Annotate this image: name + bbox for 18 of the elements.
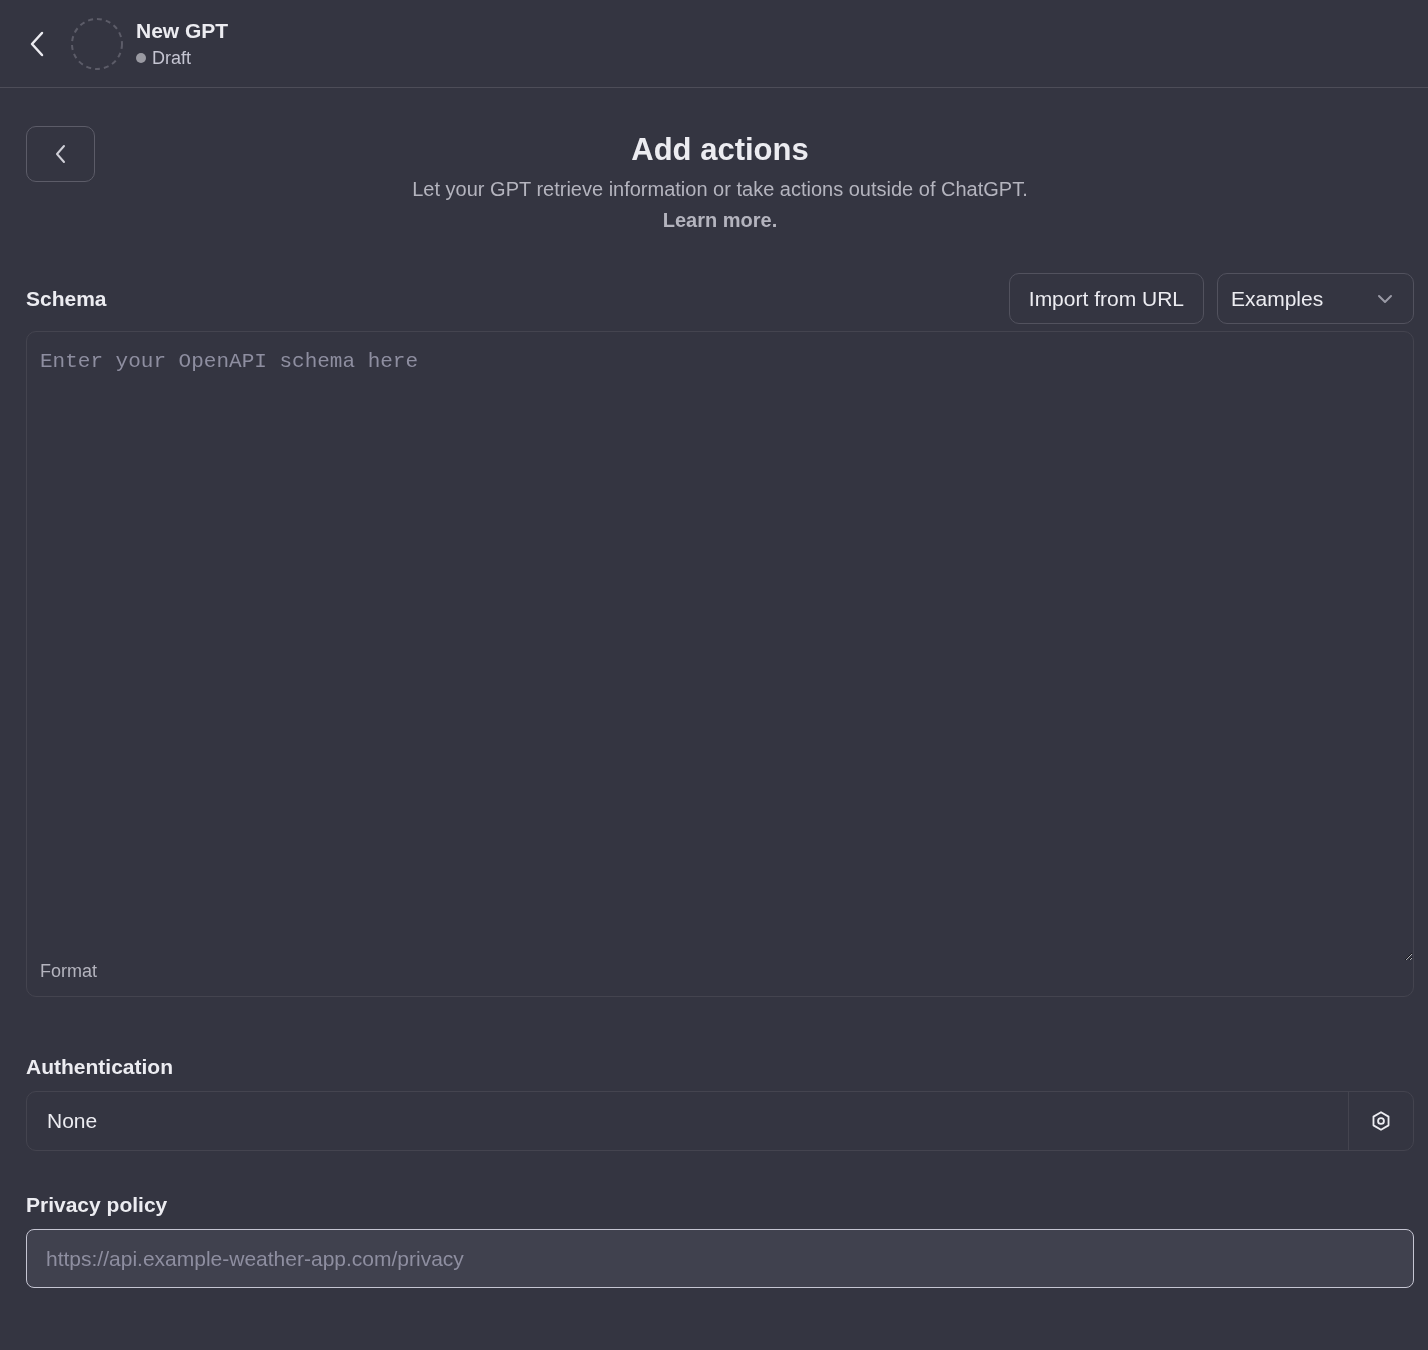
status-dot [136, 53, 146, 63]
examples-dropdown[interactable]: Examples [1217, 273, 1414, 324]
chevron-down-icon [1377, 293, 1393, 304]
schema-field[interactable]: Enter your OpenAPI schema here Format [26, 331, 1414, 997]
format-label[interactable]: Format [27, 961, 110, 996]
page-description: Let your GPT retrieve information or take actions outside of ChatGPT. [412, 178, 1028, 201]
import-button[interactable]: Import from URL [1008, 273, 1204, 324]
privacy-policy-label: Privacy policy [26, 1193, 169, 1217]
gpt-name: New GPT [136, 18, 229, 43]
back-icon[interactable] [30, 30, 44, 57]
chevron-left-icon [54, 144, 67, 164]
status-text: Draft [152, 47, 191, 69]
page-title: Add actions [631, 132, 809, 168]
settings-icon [1370, 1110, 1392, 1132]
schema-label: Schema [26, 286, 107, 311]
privacy-policy-field[interactable]: https://api.example-weather-app.com/privacy [26, 1229, 1414, 1288]
authentication-label: Authentication [26, 1055, 174, 1079]
learn-more-link[interactable]: Learn more. [662, 209, 778, 232]
